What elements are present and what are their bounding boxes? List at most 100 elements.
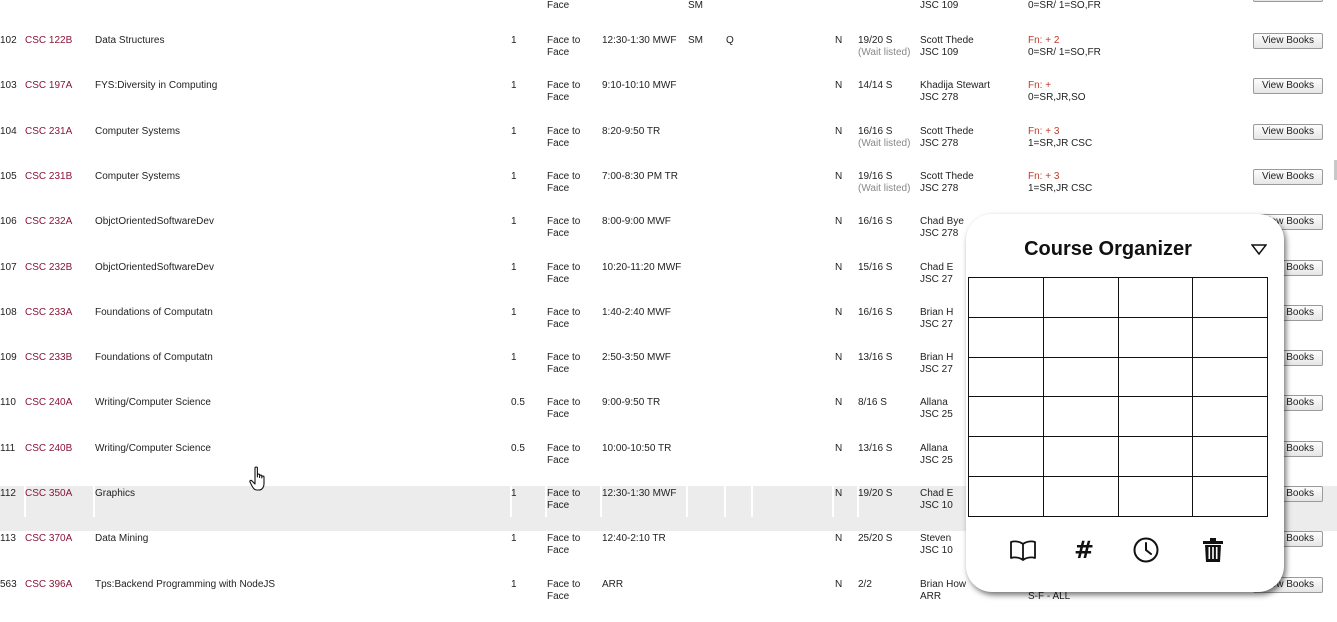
mode-text: Face to Face: [547, 126, 581, 149]
organizer-grid-cell[interactable]: [1118, 397, 1194, 438]
restrictions-text: S-F - ALL: [1028, 591, 1071, 602]
course-code-link[interactable]: CSC 370A: [25, 533, 72, 545]
seats-text: 16/16 S (Wait listed): [858, 126, 911, 149]
n-column: N: [835, 443, 843, 454]
credits-text: 1: [511, 307, 517, 318]
n-column: N: [835, 35, 843, 46]
meeting-time: 12:40-2:10 TR: [602, 533, 666, 544]
course-code-link[interactable]: CSC 350A: [25, 488, 72, 500]
instructor-text: Allana JSC 25: [920, 443, 953, 466]
restrictions-text: 0=SR/ 1=SO,FR: [1028, 0, 1101, 11]
instructor-text: Scott Thede JSC 278: [920, 171, 974, 194]
seats-text: 19/16 S (Wait listed): [858, 171, 911, 194]
n-column: N: [835, 488, 843, 499]
course-code-link[interactable]: CSC 231B: [25, 171, 72, 183]
n-column: N: [835, 80, 843, 91]
credits-text: 0.5: [511, 397, 525, 408]
instructor-text: Chad E JSC 10: [920, 488, 954, 511]
organizer-grid-cell[interactable]: [1118, 477, 1194, 517]
n-column: N: [835, 171, 843, 182]
n-column: N: [835, 126, 843, 137]
row-number: 113: [0, 533, 16, 544]
hash-icon[interactable]: #: [1069, 536, 1099, 564]
instructor-text: Brian H JSC 27: [920, 352, 954, 375]
organizer-grid-cell[interactable]: [1043, 437, 1119, 478]
seats-text: 13/16 S: [858, 443, 893, 454]
organizer-grid-cell[interactable]: [1193, 317, 1268, 358]
course-code-link[interactable]: CSC 122B: [25, 35, 72, 47]
course-code-link[interactable]: CSC 231A: [25, 126, 72, 138]
course-code-link[interactable]: CSC 197A: [25, 80, 72, 92]
instructor-text: Chad Bye JSC 278: [920, 216, 964, 239]
n-column: N: [835, 579, 843, 590]
n-column: N: [835, 262, 843, 273]
organizer-grid-cell[interactable]: [1118, 437, 1194, 478]
view-books-button[interactable]: View Books: [1253, 78, 1323, 94]
course-code-link[interactable]: CSC 233A: [25, 307, 72, 319]
organizer-grid-cell[interactable]: [1193, 477, 1268, 517]
course-code-link[interactable]: CSC 396A: [25, 579, 72, 591]
n-column: N: [835, 307, 843, 318]
mode-text: Face to Face: [547, 171, 581, 194]
organizer-grid-cell[interactable]: [1118, 317, 1194, 358]
organizer-grid-cell[interactable]: [969, 437, 1044, 478]
row-number: 112: [0, 488, 16, 499]
organizer-grid-cell[interactable]: [969, 477, 1044, 517]
meeting-time: 1:40-2:40 MWF: [602, 307, 671, 318]
organizer-grid-cell[interactable]: [1043, 317, 1119, 358]
seats-text: 8/16 S: [858, 397, 887, 408]
credits-text: 1: [511, 488, 517, 499]
organizer-grid-cell[interactable]: [969, 278, 1044, 318]
organizer-grid-cell[interactable]: [1193, 397, 1268, 438]
organizer-grid-cell[interactable]: [1043, 278, 1119, 318]
mode-text: Face to Face: [547, 397, 581, 420]
organizer-grid-cell[interactable]: [1193, 278, 1268, 318]
course-code-link[interactable]: CSC 232B: [25, 262, 72, 274]
clock-icon[interactable]: [1131, 536, 1161, 564]
course-code-link[interactable]: CSC 240A: [25, 397, 72, 409]
triangle-down-icon[interactable]: [1250, 244, 1268, 256]
organizer-grid-cell[interactable]: [969, 397, 1044, 438]
organizer-title: Course Organizer: [1024, 238, 1192, 260]
organizer-grid-cell[interactable]: [1043, 397, 1119, 438]
credits-text: 1: [511, 126, 517, 137]
credits-text: 1: [511, 171, 517, 182]
organizer-grid-cell[interactable]: [1043, 477, 1119, 517]
meeting-time: ARR: [602, 579, 624, 590]
seats-text: 25/20 S: [858, 533, 893, 544]
course-code-link[interactable]: CSC 233B: [25, 352, 72, 364]
view-books-button[interactable]: View Books: [1253, 169, 1323, 185]
meeting-time: 9:00-9:50 TR: [602, 397, 661, 408]
organizer-grid-cell[interactable]: [969, 357, 1044, 398]
view-books-button[interactable]: View Books: [1253, 124, 1323, 140]
course-code-link[interactable]: CSC 232A: [25, 216, 72, 228]
instructor-text: Khadija Stewart JSC 278: [920, 80, 991, 103]
instructor-text: Brian How ARR: [920, 579, 967, 602]
instructor-text: Scott Thede JSC 278: [920, 126, 974, 149]
table-row: 104 CSC 231A Computer Systems 1 Face to Face 8…: [0, 124, 1337, 169]
book-icon[interactable]: [1008, 536, 1038, 564]
credits-text: 1: [511, 579, 517, 590]
instructor-room: JSC 109: [920, 0, 959, 11]
view-books-button[interactable]: View Books: [1253, 33, 1323, 49]
trash-icon[interactable]: [1198, 536, 1228, 564]
wait-listed-label: (Wait listed): [858, 47, 911, 58]
mode-text: Face to Face: [547, 352, 581, 375]
row-number: 109: [0, 352, 17, 363]
course-title: Writing/Computer Science: [95, 443, 211, 454]
organizer-grid-cell[interactable]: [1193, 357, 1268, 398]
instructor-text: Steven JSC 10: [920, 533, 953, 556]
mode-text: Face to Face: [547, 307, 581, 330]
flag-text: Q: [726, 35, 734, 46]
n-column: N: [835, 352, 843, 363]
restrictions-text: Fn: + 3 1=SR,JR CSC: [1028, 171, 1093, 194]
organizer-grid-cell[interactable]: [1118, 278, 1194, 318]
instructor-text: Allana JSC 25: [920, 397, 953, 420]
organizer-grid-cell[interactable]: [1043, 357, 1119, 398]
organizer-grid-cell[interactable]: [1118, 357, 1194, 398]
view-books-button[interactable]: View Books: [1253, 0, 1323, 2]
organizer-grid-cell[interactable]: [1193, 437, 1268, 478]
organizer-grid-cell[interactable]: [969, 317, 1044, 358]
course-code-link[interactable]: CSC 240B: [25, 443, 72, 455]
mode-text: Face to Face: [547, 579, 581, 602]
